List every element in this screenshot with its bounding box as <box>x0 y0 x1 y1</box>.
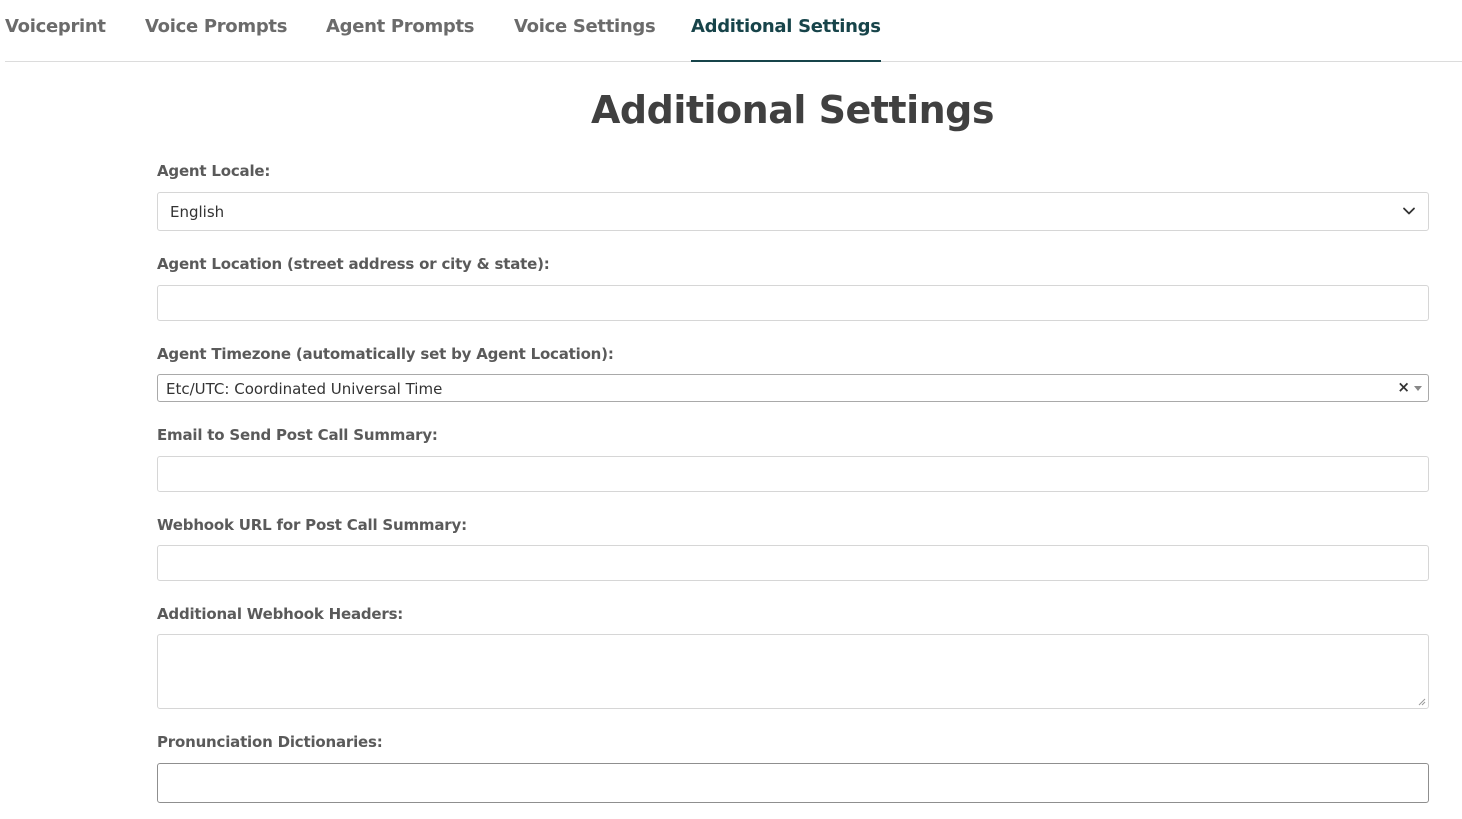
agent-timezone-select[interactable]: Etc/UTC: Coordinated Universal Time × <box>157 374 1429 402</box>
resize-grip-icon[interactable] <box>1418 698 1426 706</box>
agent-location-label: Agent Location (street address or city &… <box>157 255 550 273</box>
pronunciation-dictionaries-input[interactable] <box>157 763 1429 803</box>
agent-timezone-value: Etc/UTC: Coordinated Universal Time <box>166 380 443 398</box>
tab-additional-settings[interactable]: Additional Settings <box>691 0 881 62</box>
summary-email-label: Email to Send Post Call Summary: <box>157 426 438 444</box>
webhook-headers-textarea[interactable] <box>157 634 1429 709</box>
webhook-headers-label: Additional Webhook Headers: <box>157 605 404 623</box>
tab-agent-prompts[interactable]: Agent Prompts <box>326 0 475 62</box>
agent-timezone-label: Agent Timezone (automatically set by Age… <box>157 345 614 363</box>
webhook-url-label: Webhook URL for Post Call Summary: <box>157 516 467 534</box>
pronunciation-dictionaries-label: Pronunciation Dictionaries: <box>157 733 383 751</box>
dropdown-arrow-icon[interactable] <box>1414 386 1422 391</box>
page-title: Additional Settings <box>591 88 994 132</box>
clear-icon[interactable]: × <box>1397 378 1410 396</box>
chevron-down-icon <box>1403 207 1415 215</box>
agent-locale-label: Agent Locale: <box>157 162 271 180</box>
tab-bar: Voiceprint Voice Prompts Agent Prompts V… <box>5 0 1462 62</box>
tab-voice-prompts[interactable]: Voice Prompts <box>145 0 287 62</box>
tab-voiceprint[interactable]: Voiceprint <box>5 0 106 62</box>
webhook-url-input[interactable] <box>157 545 1429 581</box>
agent-locale-value: English <box>170 203 225 221</box>
tab-voice-settings[interactable]: Voice Settings <box>514 0 656 62</box>
summary-email-input[interactable] <box>157 456 1429 492</box>
agent-location-input[interactable] <box>157 285 1429 321</box>
agent-locale-select[interactable]: English <box>157 192 1429 231</box>
